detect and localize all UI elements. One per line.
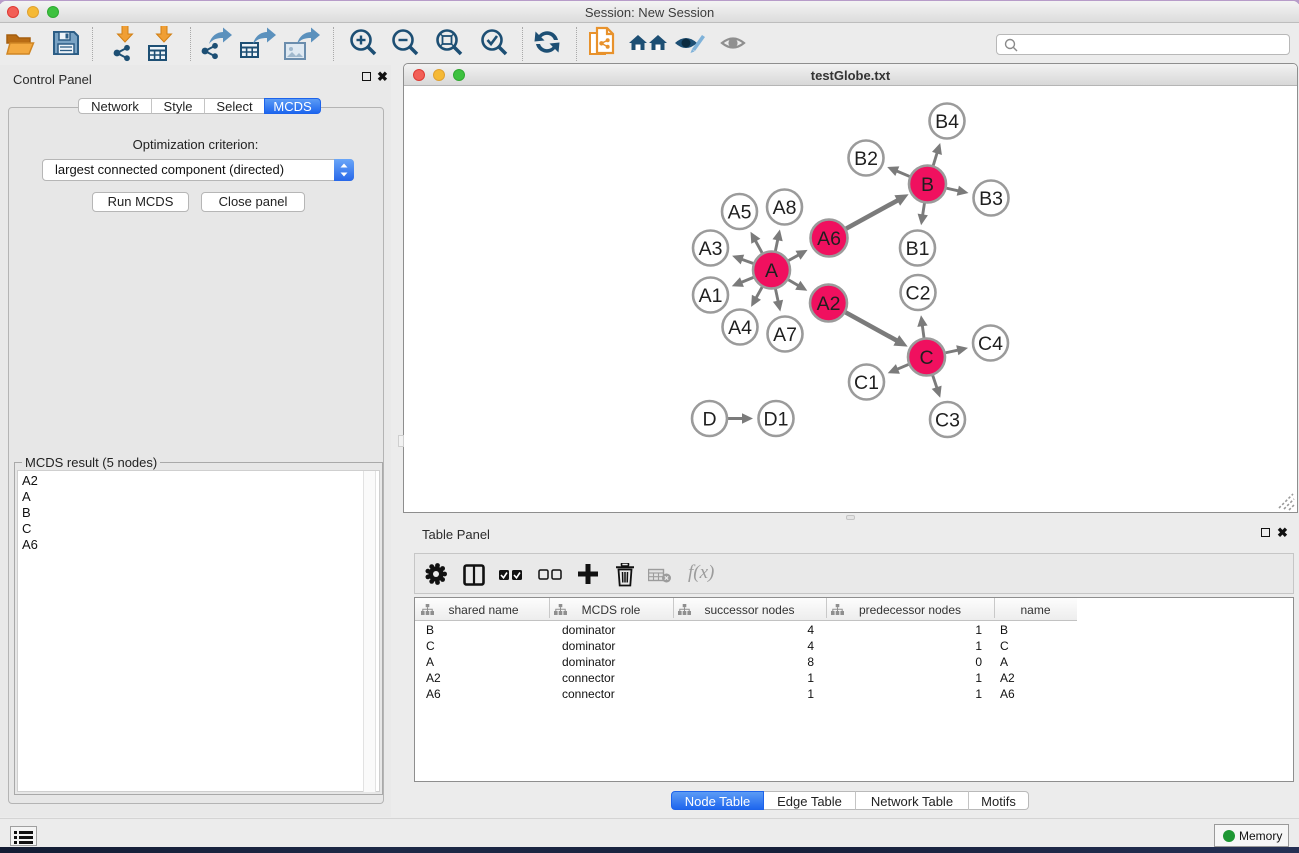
svg-text:C: C	[919, 347, 933, 369]
svg-text:B1: B1	[906, 238, 930, 260]
svg-text:A1: A1	[699, 285, 723, 307]
svg-text:A3: A3	[699, 238, 723, 260]
svg-text:B4: B4	[935, 111, 959, 133]
svg-text:D1: D1	[764, 409, 789, 431]
svg-text:A4: A4	[728, 317, 752, 339]
svg-text:B3: B3	[979, 188, 1003, 210]
svg-text:B: B	[921, 174, 934, 196]
svg-text:C2: C2	[906, 283, 931, 305]
svg-text:A2: A2	[817, 293, 841, 315]
svg-text:B2: B2	[854, 148, 878, 170]
svg-text:D: D	[702, 409, 716, 431]
svg-text:A7: A7	[773, 324, 797, 346]
svg-text:C4: C4	[978, 333, 1003, 355]
svg-text:A: A	[765, 260, 778, 282]
svg-text:A6: A6	[817, 228, 841, 250]
svg-text:C1: C1	[854, 372, 879, 394]
svg-text:A5: A5	[728, 202, 752, 224]
svg-text:A8: A8	[773, 197, 797, 219]
svg-text:C3: C3	[935, 410, 960, 432]
